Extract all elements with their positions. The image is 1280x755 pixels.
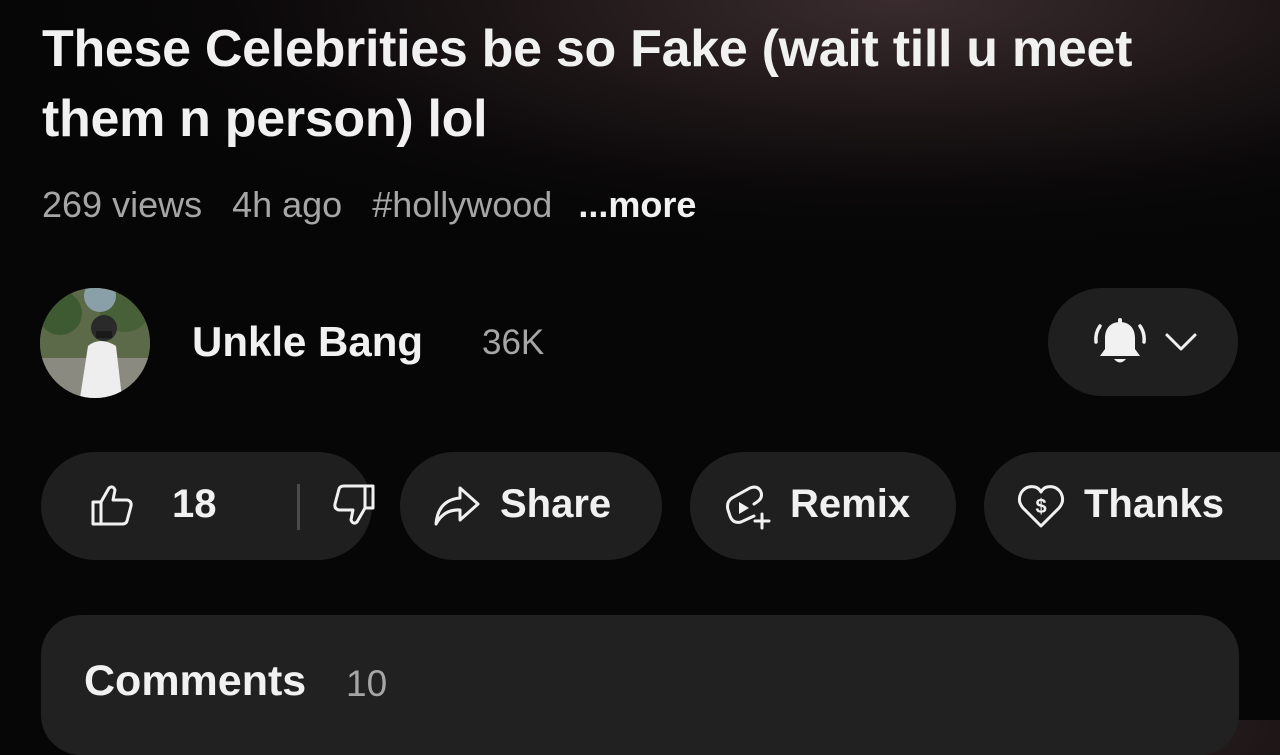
- comments-count: 10: [346, 663, 388, 704]
- comments-heading: Comments: [84, 657, 307, 705]
- remix-button[interactable]: Remix: [690, 452, 956, 560]
- bell-ringing-icon: [1092, 316, 1148, 375]
- channel-row: Unkle Bang 36K: [40, 286, 1240, 398]
- notification-button[interactable]: [1048, 288, 1238, 396]
- svg-text:$: $: [1035, 496, 1046, 518]
- remix-label: Remix: [790, 482, 911, 526]
- like-dislike-pill: 18: [41, 452, 375, 560]
- channel-name[interactable]: Unkle Bang: [192, 318, 423, 366]
- chevron-down-icon: [1164, 332, 1198, 357]
- share-arrow-icon: [432, 484, 482, 533]
- thanks-label: Thanks: [1084, 482, 1225, 526]
- hashtag-link[interactable]: #hollywood: [372, 184, 552, 226]
- view-count: 269 views: [42, 184, 203, 225]
- channel-avatar[interactable]: [40, 288, 150, 398]
- thanks-button[interactable]: $ Thanks: [984, 452, 1280, 560]
- like-divider: [297, 484, 300, 530]
- more-button[interactable]: ...more: [578, 184, 696, 226]
- subscriber-count: 36K: [482, 323, 545, 362]
- thumbs-up-icon[interactable]: [89, 482, 135, 533]
- heart-dollar-icon: $: [1016, 482, 1066, 535]
- comments-section[interactable]: Comments 10: [41, 615, 1239, 755]
- video-title: These Celebrities be so Fake (wait till …: [42, 20, 1133, 148]
- thumbs-down-icon[interactable]: [331, 482, 377, 533]
- video-meta[interactable]: 269 views 4h ago #hollywood ...more: [42, 182, 696, 228]
- upload-age: 4h ago: [232, 184, 343, 225]
- share-button[interactable]: Share: [400, 452, 662, 560]
- share-label: Share: [500, 482, 612, 526]
- remix-icon: [724, 482, 774, 537]
- like-count: 18: [172, 482, 217, 526]
